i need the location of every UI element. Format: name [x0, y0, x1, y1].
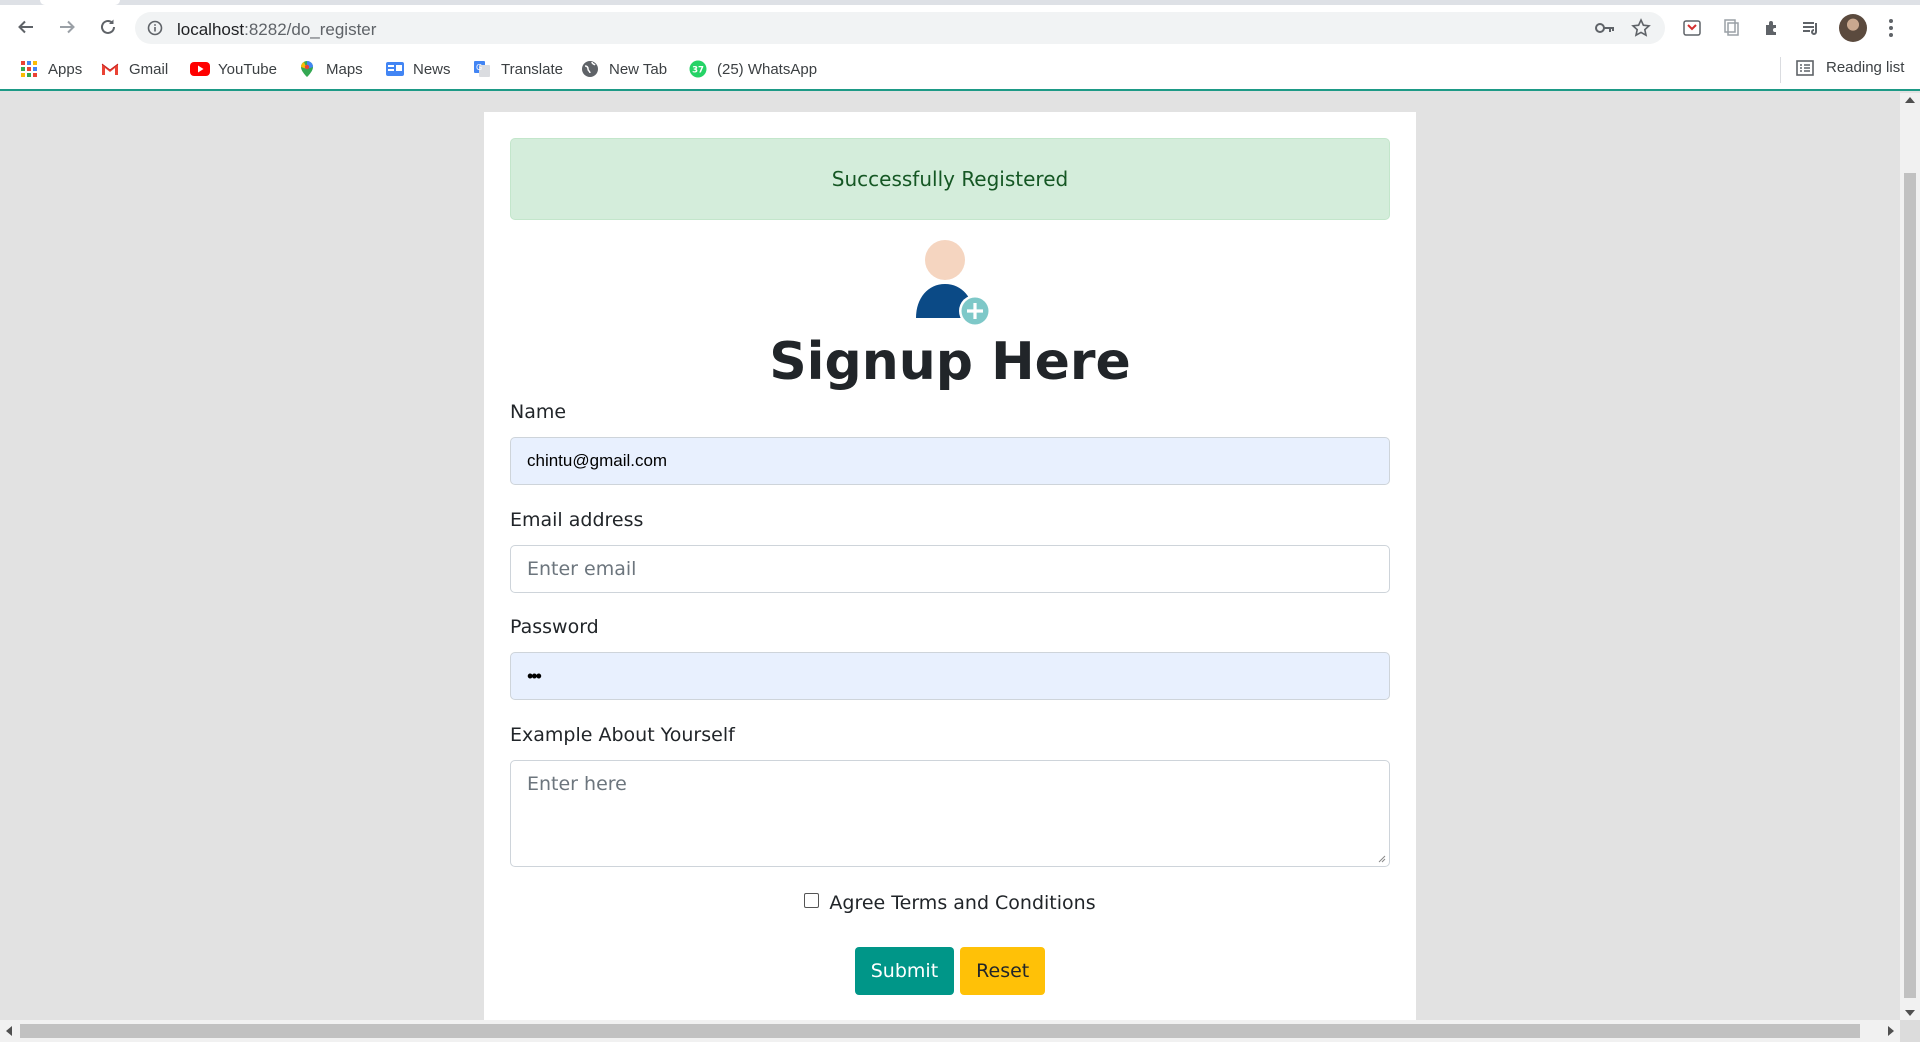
apps-grid-icon [20, 60, 38, 78]
gmail-icon [101, 60, 119, 78]
agree-label[interactable]: Agree Terms and Conditions [829, 892, 1095, 914]
bookmark-star-icon[interactable] [1631, 18, 1651, 43]
globe-icon [581, 60, 599, 78]
bookmark-label: Gmail [129, 60, 169, 78]
alert-message: Successfully Registered [831, 167, 1069, 191]
about-textarea[interactable]: Enter here [510, 760, 1390, 867]
bookmark-gmail[interactable]: Gmail [101, 59, 168, 79]
whatsapp-badge-count: 37 [692, 65, 704, 75]
menu-kebab-icon[interactable] [1886, 17, 1896, 39]
agree-terms-row: Agree Terms and Conditions [484, 892, 1416, 914]
extensions-puzzle-icon[interactable] [1761, 17, 1783, 39]
scroll-right-arrow-icon[interactable] [1888, 1026, 1894, 1036]
bookmark-apps[interactable]: Apps [20, 59, 82, 79]
youtube-icon [190, 60, 210, 78]
bookmarks-bar: Apps Gmail YouTube Maps News G Translate [0, 49, 1920, 91]
whatsapp-icon: 37 [689, 60, 707, 78]
bookmark-label: Apps [48, 60, 83, 78]
bookmark-maps[interactable]: Maps [298, 59, 363, 79]
bookmark-new-tab[interactable]: New Tab [581, 59, 667, 79]
svg-text:G: G [476, 63, 482, 72]
browser-toolbar: localhost:8282/do_register [0, 5, 1920, 49]
url-text: localhost:8282/do_register [177, 20, 376, 40]
info-icon[interactable] [147, 20, 163, 41]
bookmark-translate[interactable]: G Translate [473, 59, 563, 79]
url-host: localhost [177, 20, 245, 39]
password-input-value: ••• [527, 665, 542, 686]
key-icon[interactable] [1595, 20, 1615, 41]
scrollbar-corner [1900, 1020, 1920, 1042]
resize-grip-icon[interactable] [1376, 853, 1386, 863]
scroll-up-arrow-icon[interactable] [1905, 97, 1915, 103]
copy-extension-icon[interactable] [1721, 17, 1743, 39]
news-icon [385, 60, 404, 78]
about-placeholder: Enter here [527, 773, 627, 795]
scroll-down-arrow-icon[interactable] [1905, 1010, 1915, 1016]
email-input[interactable]: Enter email [510, 545, 1390, 593]
add-user-icon [910, 240, 996, 330]
password-label: Password [510, 616, 599, 638]
name-label: Name [510, 401, 567, 423]
bookmarks-divider [1780, 57, 1781, 83]
vertical-scrollbar[interactable] [1900, 93, 1920, 1020]
url-path: :8282/do_register [244, 20, 377, 39]
reset-button[interactable]: Reset [960, 947, 1046, 995]
bookmark-label: YouTube [218, 60, 277, 78]
profile-avatar[interactable] [1839, 14, 1867, 42]
reload-icon [101, 19, 115, 34]
bookmark-whatsapp[interactable]: 37 (25) WhatsApp [689, 59, 817, 79]
about-label: Example About Yourself [510, 724, 735, 746]
address-bar[interactable]: localhost:8282/do_register [135, 12, 1665, 44]
form-buttons: Submit Reset [484, 947, 1416, 995]
name-input[interactable]: chintu@gmail.com [510, 437, 1390, 485]
bookmark-label: News [413, 60, 451, 78]
vertical-scroll-thumb[interactable] [1904, 173, 1916, 998]
forward-arrow-icon [60, 20, 75, 34]
bookmark-label: (25) WhatsApp [717, 60, 818, 78]
signup-card: Successfully Registered Signup Here Name… [484, 112, 1416, 1020]
success-alert: Successfully Registered [510, 138, 1390, 220]
media-queue-icon[interactable] [1800, 17, 1822, 39]
back-button[interactable] [12, 13, 40, 41]
translate-icon: G [473, 60, 491, 78]
forward-button[interactable] [53, 13, 81, 41]
horizontal-scrollbar[interactable] [0, 1020, 1900, 1042]
name-input-value: chintu@gmail.com [527, 451, 668, 470]
reading-list-label: Reading list [1826, 59, 1905, 76]
scroll-left-arrow-icon[interactable] [6, 1026, 12, 1036]
pocket-extension-icon[interactable] [1681, 17, 1703, 39]
horizontal-scroll-thumb[interactable] [20, 1024, 1860, 1038]
submit-button[interactable]: Submit [854, 947, 955, 995]
maps-pin-icon [298, 60, 316, 78]
bookmark-news[interactable]: News [385, 59, 451, 79]
bookmark-label: New Tab [609, 60, 668, 78]
email-placeholder: Enter email [527, 558, 637, 580]
page-title: Signup Here [769, 332, 1131, 392]
password-input[interactable]: ••• [510, 652, 1390, 700]
bookmark-label: Maps [326, 60, 363, 78]
reading-list-button[interactable]: Reading list [1796, 59, 1904, 76]
reload-button[interactable] [94, 13, 122, 41]
reading-list-icon [1796, 59, 1814, 76]
email-label: Email address [510, 509, 644, 531]
bookmark-youtube[interactable]: YouTube [190, 59, 277, 79]
bookmark-label: Translate [501, 60, 563, 78]
back-arrow-icon [18, 20, 33, 34]
agree-checkbox[interactable] [804, 892, 820, 908]
